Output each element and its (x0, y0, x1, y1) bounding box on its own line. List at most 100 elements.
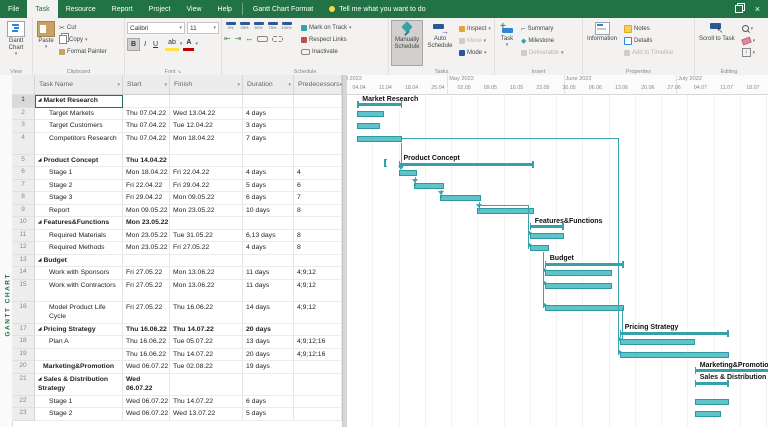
manually-schedule-button[interactable]: Manually Schedule (391, 20, 423, 66)
filter-icon[interactable]: ▾ (117, 82, 120, 88)
cell-start[interactable]: Fri 27.05.22 (123, 267, 170, 280)
cell-start[interactable]: Thu 07.04.22 (123, 108, 170, 121)
inspect-button[interactable]: Inspect▾ (459, 23, 491, 34)
collapse-triangle-icon[interactable]: ◢ (38, 257, 41, 262)
table-row[interactable]: 16Model Product Life CycleFri 27.05.22Th… (12, 302, 342, 324)
paste-button[interactable]: Paste ▾ (35, 20, 57, 66)
cell-duration[interactable]: 11 days (243, 280, 294, 302)
cell-start[interactable]: Fri 27.05.22 (123, 302, 170, 324)
cell-predecessors[interactable]: 4;9;12 (294, 267, 342, 280)
cell-duration[interactable]: 3 days (243, 120, 294, 133)
cell-duration[interactable]: 20 days (243, 324, 294, 337)
cell-duration[interactable]: 14 days (243, 302, 294, 324)
add-to-timeline-button[interactable]: Add to Timeline (624, 47, 673, 58)
cell-task-name[interactable]: Work with Contractors (35, 280, 123, 302)
restore-window-icon[interactable] (735, 5, 743, 13)
row-number[interactable]: 6 (12, 167, 35, 180)
cell-start[interactable]: Thu 07.04.22 (123, 133, 170, 155)
cell-task-name[interactable]: Stage 3 (35, 192, 123, 205)
cell-duration[interactable]: 20 days (243, 349, 294, 362)
cut-button[interactable]: ✂Cut (59, 22, 107, 33)
cell-duration[interactable]: 13 days (243, 336, 294, 349)
cell-duration[interactable] (243, 217, 294, 230)
cell-finish[interactable]: Mon 23.05.22 (170, 205, 243, 218)
cell-finish[interactable]: Wed 13.04.22 (170, 108, 243, 121)
table-row[interactable]: 5◢Product ConceptThu 14.04.22 (12, 155, 342, 168)
cell-predecessors[interactable] (294, 133, 342, 155)
cell-finish[interactable]: Thu 16.06.22 (170, 302, 243, 324)
table-row[interactable]: 12Required MethodsMon 23.05.22Fri 27.05.… (12, 242, 342, 255)
cell-task-name[interactable]: ◢Features&Functions (35, 217, 123, 230)
row-number[interactable]: 22 (12, 396, 35, 409)
highlight-color-button[interactable]: ab (165, 37, 179, 51)
cell-duration[interactable]: 10 days (243, 205, 294, 218)
cell-start[interactable]: Wed 06.07.22 (123, 396, 170, 409)
collapse-triangle-icon[interactable]: ◢ (38, 326, 41, 331)
table-row[interactable]: 7Stage 2Fri 22.04.22Fri 29.04.225 days6 (12, 180, 342, 193)
cell-task-name[interactable]: Target Customers (35, 120, 123, 133)
cell-finish[interactable] (170, 217, 243, 230)
cell-finish[interactable] (170, 155, 243, 168)
cell-finish[interactable]: Mon 18.04.22 (170, 133, 243, 155)
table-row[interactable]: 22Stage 1Wed 06.07.22Thu 14.07.226 days (12, 396, 342, 409)
cell-duration[interactable]: 5 days (243, 408, 294, 421)
table-row[interactable]: 21◢Sales & Distribution StrategyWed 06.0… (12, 374, 342, 396)
tab-gantt-chart-format[interactable]: Gantt Chart Format (245, 0, 321, 18)
cell-finish[interactable]: Mon 13.06.22 (170, 267, 243, 280)
percent-75-button[interactable]: 75% (266, 22, 279, 30)
outdent-task-icon[interactable]: ⇤ (224, 34, 231, 43)
tab-view[interactable]: View (178, 0, 209, 18)
cell-start[interactable]: Thu 16.06.22 (123, 336, 170, 349)
gantt-bar[interactable] (357, 136, 402, 142)
notes-button[interactable]: Notes (624, 23, 673, 34)
font-color-button[interactable]: A (183, 37, 194, 51)
cell-start[interactable]: Mon 23.05.22 (123, 217, 170, 230)
cell-start[interactable]: Fri 29.04.22 (123, 192, 170, 205)
cell-finish[interactable]: Fri 22.04.22 (170, 167, 243, 180)
gantt-summary-bar[interactable] (695, 369, 768, 372)
row-number[interactable]: 20 (12, 361, 35, 374)
gantt-bar[interactable] (399, 170, 418, 176)
cell-predecessors[interactable]: 4;9;12 (294, 302, 342, 324)
table-row[interactable]: 13◢Budget (12, 255, 342, 268)
tab-task[interactable]: Task (27, 0, 57, 18)
gantt-bar[interactable] (357, 111, 383, 117)
row-number[interactable]: 7 (12, 180, 35, 193)
row-number[interactable]: 4 (12, 133, 35, 155)
italic-button[interactable]: I (141, 39, 149, 50)
cell-start[interactable]: Mon 23.05.22 (123, 242, 170, 255)
bold-button[interactable]: B (127, 38, 140, 51)
table-row[interactable]: 10◢Features&FunctionsMon 23.05.22 (12, 217, 342, 230)
collapse-triangle-icon[interactable]: ◢ (38, 97, 41, 102)
cell-predecessors[interactable]: 8 (294, 230, 342, 243)
table-row[interactable]: 11Required MaterialsMon 23.05.22Tue 31.0… (12, 230, 342, 243)
cell-start[interactable]: Fri 22.04.22 (123, 180, 170, 193)
cell-predecessors[interactable] (294, 217, 342, 230)
cell-task-name[interactable]: Marketing&Promotion (35, 361, 123, 374)
cell-finish[interactable] (170, 255, 243, 268)
cell-task-name[interactable]: Stage 2 (35, 408, 123, 421)
gantt-bar[interactable] (545, 305, 624, 311)
inactivate-button[interactable]: Inactivate (301, 46, 352, 57)
gantt-summary-bar[interactable] (620, 332, 729, 335)
cell-finish[interactable]: Thu 14.07.22 (170, 324, 243, 337)
cell-predecessors[interactable] (294, 374, 342, 396)
cell-finish[interactable]: Fri 29.04.22 (170, 180, 243, 193)
table-row[interactable]: 17◢Pricing StrategyThu 16.06.22Thu 14.07… (12, 324, 342, 337)
cell-finish[interactable]: Thu 14.07.22 (170, 349, 243, 362)
select-all-corner[interactable] (12, 75, 35, 95)
insert-summary-button[interactable]: ⌐Summary (521, 23, 564, 34)
gantt-summary-bar[interactable] (530, 225, 564, 228)
cell-predecessors[interactable] (294, 108, 342, 121)
row-number[interactable]: 15 (12, 280, 35, 302)
gantt-bar[interactable] (440, 195, 481, 201)
percent-25-button[interactable]: 25% (238, 22, 251, 30)
row-number[interactable]: 5 (12, 155, 35, 168)
cell-start[interactable]: Thu 16.06.22 (123, 324, 170, 337)
row-number[interactable]: 13 (12, 255, 35, 268)
cell-task-name[interactable]: ◢Sales & Distribution Strategy (35, 374, 123, 396)
respect-links-button[interactable]: Respect Links (301, 34, 352, 45)
row-number[interactable]: 9 (12, 205, 35, 218)
cell-task-name[interactable]: Competitors Research (35, 133, 123, 155)
indent-task-icon[interactable]: ⇥ (235, 34, 242, 43)
